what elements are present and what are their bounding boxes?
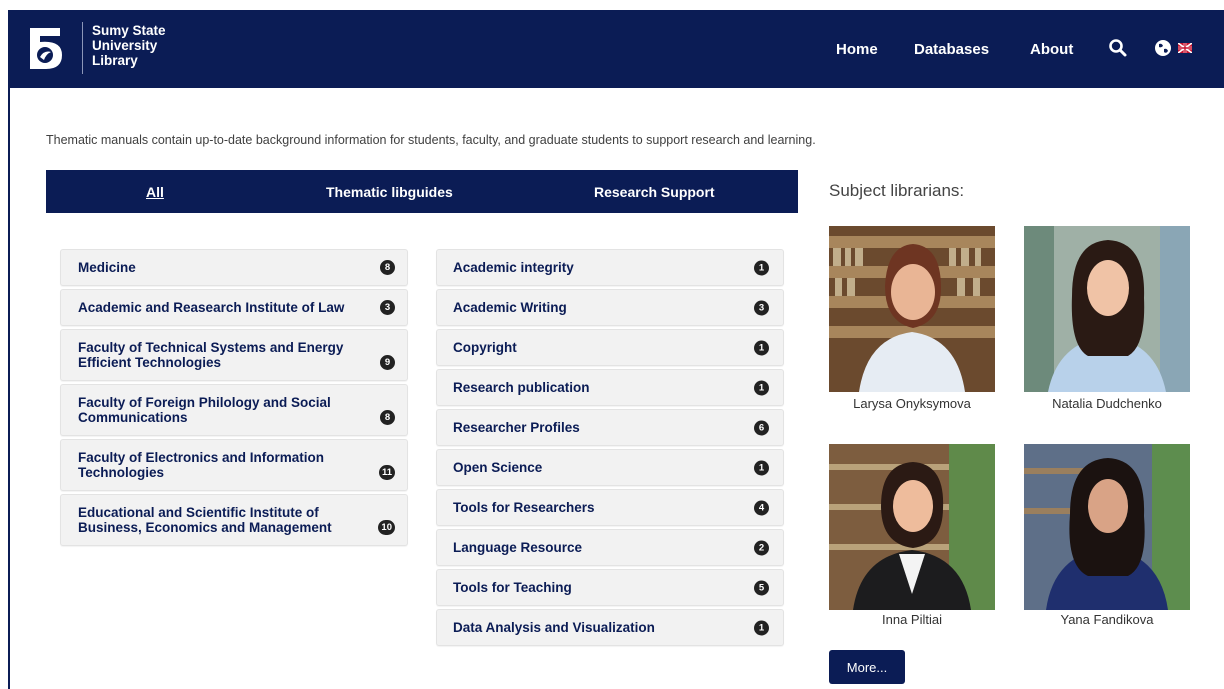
guide-count-badge: 9: [380, 355, 395, 370]
library-name[interactable]: Sumy State University Library: [92, 23, 166, 68]
guide-count-badge: 4: [754, 500, 769, 515]
guide-count-badge: 1: [754, 260, 769, 275]
guide-item-academic-integrity[interactable]: Academic integrity 1: [436, 249, 784, 286]
more-librarians-button[interactable]: More...: [829, 650, 905, 684]
guide-item-research-publication[interactable]: Research publication 1: [436, 369, 784, 406]
page-left-border: [8, 88, 10, 689]
library-logo-icon[interactable]: [22, 24, 70, 72]
subject-librarians-heading: Subject librarians:: [829, 181, 965, 200]
guide-item-copyright[interactable]: Copyright 1: [436, 329, 784, 366]
guide-item-electronics[interactable]: Faculty of Electronics and Information T…: [60, 439, 408, 491]
guide-item-label: Researcher Profiles: [453, 420, 580, 435]
nav-about-link[interactable]: About: [1030, 10, 1073, 88]
guide-item-label: Academic Writing: [453, 300, 567, 315]
guide-count-badge: 3: [380, 300, 395, 315]
guide-item-language-resource[interactable]: Language Resource 2: [436, 529, 784, 566]
logo-divider: [82, 22, 83, 74]
guide-item-label: Data Analysis and Visualization: [453, 620, 655, 635]
guide-item-business-economics[interactable]: Educational and Scientific Institute of …: [60, 494, 408, 546]
tab-thematic-libguides[interactable]: Thematic libguides: [326, 170, 453, 213]
guide-item-label: Faculty of Foreign Philology and Social …: [78, 395, 331, 425]
guide-item-label: Tools for Teaching: [453, 580, 572, 595]
guide-item-label: Copyright: [453, 340, 517, 355]
guide-item-data-analysis[interactable]: Data Analysis and Visualization 1: [436, 609, 784, 646]
guide-count-badge: 1: [754, 620, 769, 635]
guide-item-law[interactable]: Academic and Reasearch Institute of Law …: [60, 289, 408, 326]
intro-text: Thematic manuals contain up-to-date back…: [46, 133, 816, 147]
globe-icon[interactable]: [1154, 39, 1172, 57]
guide-item-label: Tools for Researchers: [453, 500, 595, 515]
guide-count-badge: 2: [754, 540, 769, 555]
librarian-name[interactable]: Natalia Dudchenko: [1024, 396, 1190, 411]
librarian-name[interactable]: Larysa Onyksymova: [829, 396, 995, 411]
guide-item-label: Educational and Scientific Institute of …: [78, 505, 332, 535]
research-guides-list: Academic integrity 1 Academic Writing 3 …: [436, 249, 784, 649]
guide-item-label: Academic integrity: [453, 260, 574, 275]
guide-item-technical-systems[interactable]: Faculty of Technical Systems and Energy …: [60, 329, 408, 381]
tab-all[interactable]: All: [146, 170, 164, 213]
librarian-photo[interactable]: [829, 226, 995, 392]
guide-count-badge: 11: [378, 465, 395, 480]
nav-databases-link[interactable]: Databases: [914, 10, 989, 88]
guide-item-label: Research publication: [453, 380, 590, 395]
guide-item-academic-writing[interactable]: Academic Writing 3: [436, 289, 784, 326]
guide-count-badge: 10: [378, 520, 395, 535]
librarian-photo[interactable]: [829, 444, 995, 610]
guide-count-badge: 8: [380, 260, 395, 275]
guide-count-badge: 1: [754, 460, 769, 475]
guide-item-foreign-philology[interactable]: Faculty of Foreign Philology and Social …: [60, 384, 408, 436]
guide-item-open-science[interactable]: Open Science 1: [436, 449, 784, 486]
guide-item-label: Faculty of Technical Systems and Energy …: [78, 340, 344, 370]
guide-item-label: Faculty of Electronics and Information T…: [78, 450, 325, 480]
guide-count-badge: 3: [754, 300, 769, 315]
site-header: Sumy State University Library Home Datab…: [8, 10, 1224, 88]
guide-item-label: Medicine: [78, 260, 136, 275]
library-name-line: Library: [92, 53, 138, 68]
guide-count-badge: 1: [754, 380, 769, 395]
tab-research-support[interactable]: Research Support: [594, 170, 715, 213]
guide-item-label: Academic and Reasearch Institute of Law: [78, 300, 345, 315]
guide-item-label: Open Science: [453, 460, 543, 475]
guide-item-researcher-profiles[interactable]: Researcher Profiles 6: [436, 409, 784, 446]
library-name-line: University: [92, 38, 158, 53]
guide-item-label: Language Resource: [453, 540, 583, 555]
search-icon[interactable]: [1108, 38, 1128, 58]
category-tabs: All Thematic libguides Research Support: [46, 170, 798, 213]
guide-count-badge: 5: [754, 580, 769, 595]
guide-count-badge: 8: [380, 410, 395, 425]
librarian-name[interactable]: Yana Fandikova: [1024, 612, 1190, 627]
librarian-name[interactable]: Inna Piltiai: [829, 612, 995, 627]
uk-flag-icon[interactable]: [1178, 43, 1192, 53]
guide-item-tools-for-researchers[interactable]: Tools for Researchers 4: [436, 489, 784, 526]
library-name-line: Sumy State: [92, 23, 166, 38]
librarian-photo[interactable]: [1024, 444, 1190, 610]
guide-count-badge: 6: [754, 420, 769, 435]
librarian-photo[interactable]: [1024, 226, 1190, 392]
faculty-guides-list: Medicine 8 Academic and Reasearch Instit…: [60, 249, 408, 549]
guide-count-badge: 1: [754, 340, 769, 355]
nav-home-link[interactable]: Home: [836, 10, 878, 88]
guide-item-tools-for-teaching[interactable]: Tools for Teaching 5: [436, 569, 784, 606]
guide-item-medicine[interactable]: Medicine 8: [60, 249, 408, 286]
